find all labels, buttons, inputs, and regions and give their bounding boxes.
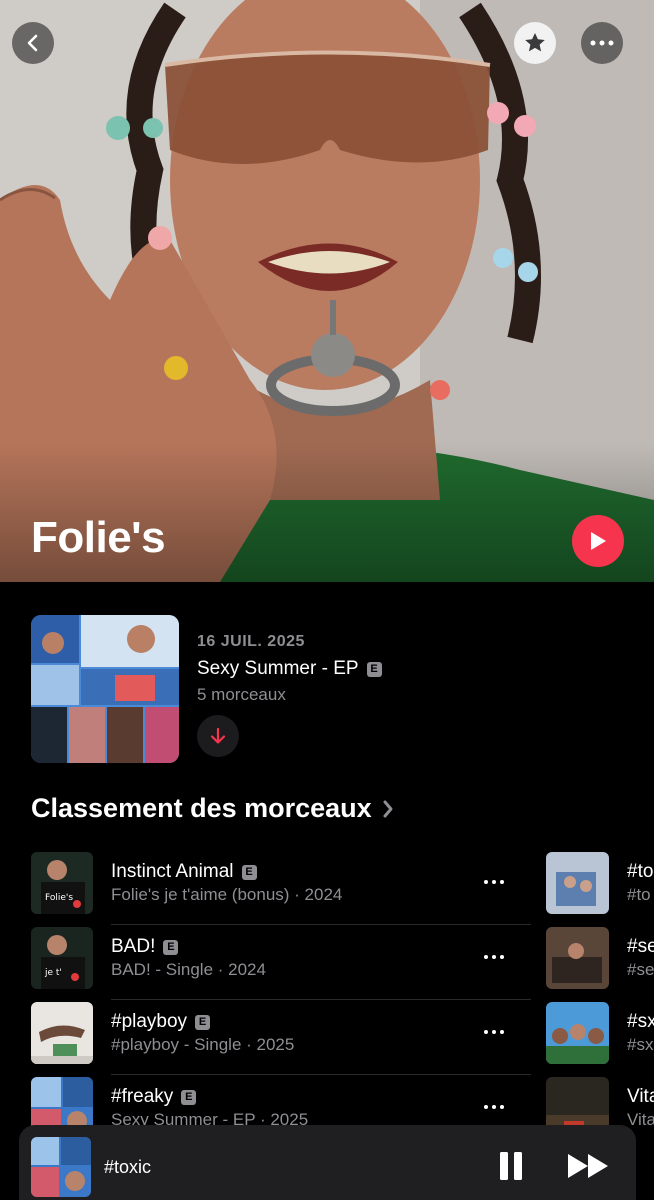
track-more-button[interactable] — [479, 943, 509, 971]
track-row[interactable]: Folie's Instinct Animal E Folie's je t'a… — [31, 850, 531, 925]
release-date: 16 JUIL. 2025 — [197, 633, 305, 650]
now-playing-title: #toxic — [104, 1157, 152, 1177]
track-row[interactable]: #playboy E #playboy - Single · 2025 — [31, 1000, 531, 1075]
track-more-button[interactable] — [479, 868, 509, 896]
explicit-badge: E — [181, 1089, 197, 1105]
back-button[interactable] — [12, 22, 54, 64]
track-more-button[interactable] — [479, 1018, 509, 1046]
track-row[interactable]: je t' BAD! E BAD! - Single · 2024 — [31, 925, 531, 1000]
ellipsis-icon — [484, 1105, 504, 1109]
ellipsis-icon — [484, 880, 504, 884]
top-songs-title: Classement des morceaux — [31, 793, 372, 823]
track-subtitle: Folie's je t'aime (bonus) · 2024 — [111, 885, 343, 904]
track-artwork — [31, 1002, 93, 1064]
play-button[interactable] — [572, 515, 624, 567]
track-subtitle: #playboy - Single · 2025 — [111, 1035, 295, 1054]
release-track-count: 5 morceaux — [197, 685, 286, 704]
track-artwork — [546, 852, 609, 914]
track-row[interactable]: #se #se — [546, 925, 654, 1000]
next-track-button[interactable] — [564, 1149, 614, 1183]
more-options-button[interactable] — [581, 22, 623, 64]
track-subtitle: BAD! - Single · 2024 — [111, 960, 266, 979]
explicit-badge: E — [366, 661, 382, 677]
star-icon — [525, 33, 545, 52]
artist-name: Folie's — [31, 513, 166, 562]
download-arrow-icon — [210, 727, 226, 744]
release-cover-art[interactable] — [31, 615, 179, 763]
track-row[interactable]: #to #to — [546, 850, 654, 925]
track-title: #freaky — [111, 1086, 174, 1107]
ellipsis-icon — [484, 1030, 504, 1034]
track-title-row: #freaky E — [111, 1086, 197, 1108]
track-more-button[interactable] — [479, 1093, 509, 1121]
explicit-badge: E — [195, 1014, 211, 1030]
track-title: BAD! — [111, 936, 156, 957]
track-title: #se — [627, 936, 654, 957]
chevron-right-icon — [383, 800, 393, 817]
track-title-row: #playboy E — [111, 1011, 211, 1033]
mini-player[interactable]: #toxic — [19, 1125, 636, 1200]
explicit-badge: E — [241, 864, 257, 880]
track-subtitle: #se — [627, 960, 654, 979]
now-playing-artwork[interactable] — [31, 1137, 91, 1197]
play-icon — [591, 532, 606, 550]
track-title: #sx — [627, 1011, 654, 1032]
release-title: Sexy Summer - EP — [197, 658, 359, 679]
track-row[interactable]: #sx #sx — [546, 1000, 654, 1075]
top-songs-list: Folie's Instinct Animal E Folie's je t'a… — [31, 850, 531, 1150]
latest-release[interactable]: 16 JUIL. 2025 Sexy Summer - EP E 5 morce… — [31, 615, 631, 765]
chevron-left-icon — [27, 34, 38, 52]
explicit-badge: E — [163, 939, 179, 955]
track-artwork — [546, 1002, 609, 1064]
track-artwork — [546, 927, 609, 989]
release-title-row[interactable]: Sexy Summer - EP E — [197, 658, 382, 680]
track-title-row: Instinct Animal E — [111, 861, 257, 883]
artist-hero-image — [0, 0, 654, 582]
ellipsis-icon — [590, 40, 614, 46]
pause-icon — [500, 1152, 522, 1180]
fast-forward-icon — [568, 1154, 608, 1178]
svg-text:je t': je t' — [44, 968, 62, 978]
track-title: #playboy — [111, 1011, 188, 1032]
track-subtitle: #sx — [627, 1035, 654, 1054]
track-subtitle: #to — [627, 885, 651, 904]
track-title: Vita — [627, 1086, 654, 1107]
favorite-button[interactable] — [514, 22, 556, 64]
track-title-row: BAD! E — [111, 936, 179, 958]
pause-button[interactable] — [494, 1149, 528, 1183]
track-title: Instinct Animal — [111, 861, 234, 882]
track-title: #to — [627, 861, 654, 882]
ellipsis-icon — [484, 955, 504, 959]
svg-text:Folie's: Folie's — [45, 893, 73, 903]
top-songs-header[interactable]: Classement des morceaux — [31, 793, 394, 824]
track-artwork: Folie's — [31, 852, 93, 914]
download-button[interactable] — [197, 715, 239, 757]
track-subtitle: Vita — [627, 1110, 654, 1129]
top-songs-list-column-2: #to #to #se #se #sx #sx Vita Vita — [546, 850, 654, 1150]
track-artwork: je t' — [31, 927, 93, 989]
